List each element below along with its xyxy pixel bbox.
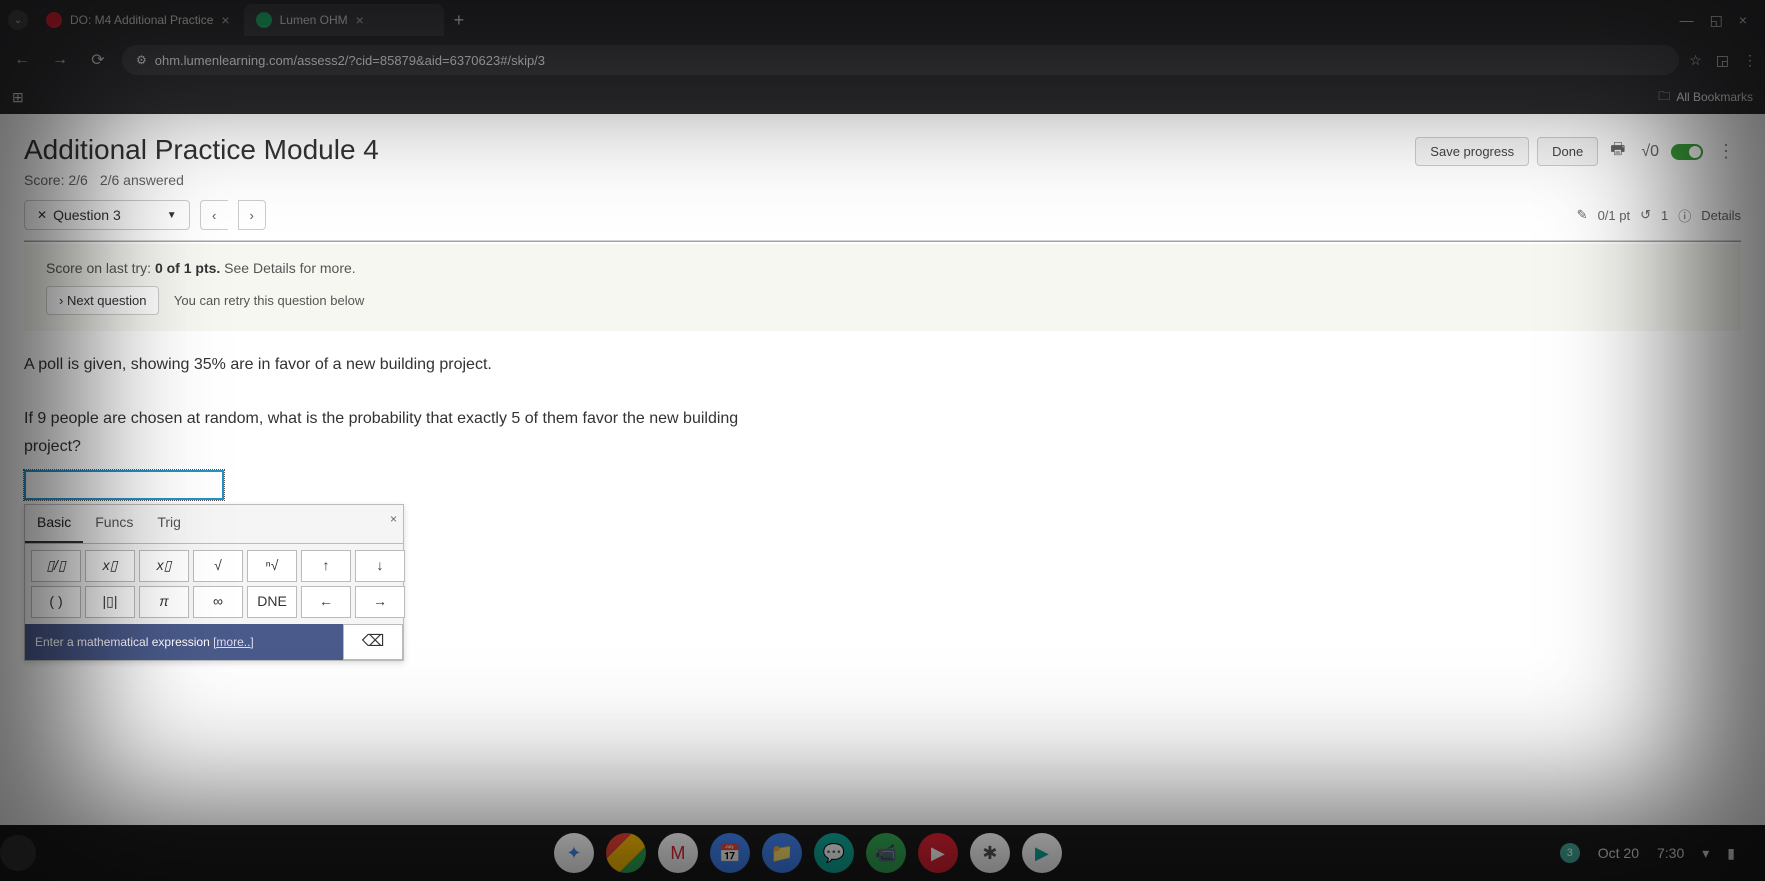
answer-input[interactable] xyxy=(24,470,224,500)
kp-sqrt[interactable]: √ xyxy=(193,550,243,582)
dropdown-caret-icon: ▼ xyxy=(167,210,177,221)
tab-1-title: DO: M4 Additional Practice xyxy=(70,13,213,27)
kp-infinity[interactable]: ∞ xyxy=(193,586,243,618)
kp-left[interactable]: ← xyxy=(301,586,351,618)
bookmark-star-icon[interactable]: ☆ xyxy=(1689,52,1702,69)
retry-icon: ↺ xyxy=(1640,207,1651,223)
extensions-icon[interactable]: ◲ xyxy=(1716,52,1729,69)
retry-text: You can retry this question below xyxy=(174,293,364,308)
next-question-button[interactable]: › xyxy=(238,200,266,230)
question-label: Question 3 xyxy=(53,207,121,223)
all-bookmarks-button[interactable]: 🗀 All Bookmarks xyxy=(1658,87,1753,108)
folder-icon: 🗀 xyxy=(1658,87,1670,108)
notification-badge[interactable]: 3 xyxy=(1560,843,1580,863)
tray-time[interactable]: 7:30 xyxy=(1657,845,1684,861)
formula-icon[interactable]: √0 xyxy=(1637,139,1663,165)
score-try-suffix: See Details for more. xyxy=(220,260,355,276)
kp-down[interactable]: ↓ xyxy=(355,550,405,582)
keypad-more-link[interactable]: [more..] xyxy=(213,635,254,649)
url-text: ohm.lumenlearning.com/assess2/?cid=85879… xyxy=(155,53,545,68)
details-link[interactable]: Details xyxy=(1701,208,1741,223)
app-ai[interactable]: ✦ xyxy=(554,833,594,873)
kp-pi[interactable]: π xyxy=(139,586,189,618)
app-gmail[interactable]: M xyxy=(658,833,698,873)
close-window-button[interactable]: × xyxy=(1739,12,1747,29)
page-title: Additional Practice Module 4 xyxy=(24,134,1415,166)
tab-1[interactable]: DO: M4 Additional Practice × xyxy=(34,4,242,36)
app-youtube[interactable]: ▶ xyxy=(918,833,958,873)
question-status-icon: ✕ xyxy=(37,208,47,222)
battery-icon[interactable]: ▮ xyxy=(1727,845,1735,862)
back-button[interactable]: ← xyxy=(8,51,36,69)
keypad-tab-funcs[interactable]: Funcs xyxy=(83,505,145,543)
tab-2-close[interactable]: × xyxy=(356,12,364,28)
tab-list-button[interactable]: ⌄ xyxy=(8,10,28,30)
app-meet[interactable]: 📹 xyxy=(866,833,906,873)
address-bar[interactable]: ⚙ ohm.lumenlearning.com/assess2/?cid=858… xyxy=(122,45,1679,75)
gold-divider xyxy=(24,241,1741,242)
math-keypad: × Basic Funcs Trig ▯/▯ x▯ x▯ √ ⁿ√ ↑ ↓ ( … xyxy=(24,504,404,661)
question-dropdown[interactable]: ✕ Question 3 ▼ xyxy=(24,200,190,230)
all-bookmarks-label: All Bookmarks xyxy=(1676,90,1753,104)
info-icon: ⓘ xyxy=(1678,206,1691,225)
reload-button[interactable]: ⟳ xyxy=(84,50,112,70)
kp-nroot[interactable]: ⁿ√ xyxy=(247,550,297,582)
minimize-button[interactable]: — xyxy=(1680,12,1694,29)
score-try-bold: 0 of 1 pts. xyxy=(155,260,220,276)
tab-2-title: Lumen OHM xyxy=(280,13,348,27)
kp-fraction[interactable]: ▯/▯ xyxy=(31,550,81,582)
keypad-hint: Enter a mathematical expression [more..] xyxy=(25,624,343,660)
keypad-tab-trig[interactable]: Trig xyxy=(145,505,193,543)
kp-right[interactable]: → xyxy=(355,586,405,618)
done-button[interactable]: Done xyxy=(1537,137,1598,166)
kp-up[interactable]: ↑ xyxy=(301,550,351,582)
forward-button[interactable]: → xyxy=(46,51,74,69)
kp-parens[interactable]: ( ) xyxy=(31,586,81,618)
tab-2-icon xyxy=(256,12,272,28)
kp-exponent[interactable]: x▯ xyxy=(85,550,135,582)
question-text-2: If 9 people are chosen at random, what i… xyxy=(24,405,796,459)
tab-1-icon xyxy=(46,12,62,28)
kp-backspace[interactable]: ⌫ xyxy=(343,624,403,660)
answered-text: 2/6 answered xyxy=(100,172,184,188)
save-progress-button[interactable]: Save progress xyxy=(1415,137,1529,166)
prev-question-button[interactable]: ‹ xyxy=(200,200,228,230)
app-photos[interactable]: ✱ xyxy=(970,833,1010,873)
new-tab-button[interactable]: + xyxy=(446,10,473,31)
apps-grid-icon[interactable]: ⊞ xyxy=(12,89,24,106)
score-text: Score: 2/6 xyxy=(24,172,88,188)
retries-text: 1 xyxy=(1661,208,1668,223)
restore-button[interactable]: ◱ xyxy=(1710,12,1723,29)
more-menu-icon[interactable]: ⋮ xyxy=(1711,141,1741,162)
tab-2[interactable]: Lumen OHM × xyxy=(244,4,444,36)
app-messages[interactable]: 💬 xyxy=(814,833,854,873)
kp-dne[interactable]: DNE xyxy=(247,586,297,618)
app-chrome[interactable] xyxy=(606,833,646,873)
points-text: 0/1 pt xyxy=(1598,208,1631,223)
kp-abs[interactable]: |▯| xyxy=(85,586,135,618)
print-icon[interactable]: 🖶 xyxy=(1606,134,1629,169)
app-calendar[interactable]: 📅 xyxy=(710,833,750,873)
app-files[interactable]: 📁 xyxy=(762,833,802,873)
keypad-close-icon[interactable]: × xyxy=(390,509,397,529)
score-try-prefix: Score on last try: xyxy=(46,260,155,276)
keypad-tab-basic[interactable]: Basic xyxy=(25,505,83,543)
edit-icon[interactable]: ✎ xyxy=(1577,207,1588,223)
feedback-box: Score on last try: 0 of 1 pts. See Detai… xyxy=(24,244,1741,331)
next-question-link[interactable]: › Next question xyxy=(46,286,159,315)
kp-subscript[interactable]: x▯ xyxy=(139,550,189,582)
app-play[interactable]: ▶ xyxy=(1022,833,1062,873)
wifi-icon[interactable]: ▾ xyxy=(1702,845,1709,862)
tab-1-close[interactable]: × xyxy=(221,12,229,28)
tray-date[interactable]: Oct 20 xyxy=(1598,845,1639,861)
menu-icon[interactable]: ⋮ xyxy=(1743,52,1757,69)
site-info-icon[interactable]: ⚙ xyxy=(136,53,147,67)
toggle-switch[interactable] xyxy=(1671,144,1703,160)
launcher-button[interactable] xyxy=(0,835,36,871)
question-text-1: A poll is given, showing 35% are in favo… xyxy=(24,351,796,378)
